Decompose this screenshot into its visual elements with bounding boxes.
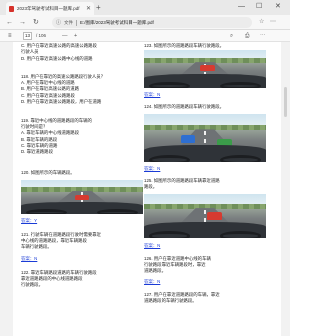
- question-text: D. 用户在靠近高速公路中心线的道路: [21, 56, 93, 61]
- pdf-toolbar: ≡ 13 / 106 — + ⌕ ⎙ ⋯: [0, 30, 290, 42]
- more-options-icon[interactable]: ⋯: [260, 32, 266, 40]
- zoom-in-button[interactable]: +: [74, 32, 77, 40]
- star-icon[interactable]: ☆: [259, 19, 264, 26]
- answer-link[interactable]: 答案：Y: [21, 218, 37, 224]
- question-123: 123. 如图所示的道路路段车辆行驶路段。: [144, 43, 225, 48]
- pdf-viewer[interactable]: C. 用户在靠近高速公路的高速公路路段 行驶人员 D. 用户在靠近高速公路中心线…: [0, 42, 290, 336]
- forward-button[interactable]: →: [19, 18, 26, 27]
- question-126: 126. 用户在靠近道路中心线的车辆 行驶路段靠近车辆路段时，靠近 道路路段。: [144, 256, 211, 274]
- road-scene-image: [144, 194, 266, 238]
- minimize-button[interactable]: —: [238, 2, 245, 11]
- question-119: 119. 靠近中心线的道路路段的车辆的 行驶时间是？ A. 靠近车辆的中心线道路…: [21, 118, 92, 155]
- question-120: 120. 如图所示的车辆路段。: [21, 170, 75, 175]
- answer-link[interactable]: 答案：N: [144, 243, 160, 249]
- question-122: 122. 靠近车辆路段道路的车辆行驶路段 靠近道路路段的中心线道路路段 行驶路段…: [21, 270, 97, 288]
- file-label: 文件: [64, 19, 74, 25]
- vertical-scrollbar[interactable]: [284, 87, 287, 117]
- zoom-out-button[interactable]: —: [62, 32, 68, 40]
- question-121: 121. 行驶车辆在道路路段行驶时需要靠近 中心线的道路路段，靠近车辆路段 车辆…: [21, 232, 102, 250]
- close-window-button[interactable]: ✕: [275, 2, 281, 11]
- back-button[interactable]: ←: [6, 18, 13, 27]
- address-bar[interactable]: ⓘ 文件 E:/图库/2023驾驶考试科目一题库.pdf: [52, 17, 252, 28]
- new-tab-button[interactable]: +: [96, 3, 101, 12]
- pdf-page: C. 用户在靠近高速公路的高速公路路段 行驶人员 D. 用户在靠近高速公路中心线…: [13, 42, 281, 336]
- extensions-icon[interactable]: ⋯: [270, 19, 276, 26]
- answer-link[interactable]: 答案：N: [144, 166, 160, 172]
- page-number-input[interactable]: 13: [23, 32, 32, 40]
- question-127: 127. 用户在靠近道路路段的车辆，靠近 道路路段的车辆行驶路段。: [144, 292, 220, 304]
- pdf-file-icon: [9, 5, 14, 12]
- info-icon[interactable]: ⓘ: [56, 19, 61, 26]
- browser-tab[interactable]: 2023年驾驶考试科目一题库.pdf ✕: [6, 2, 94, 15]
- address-url[interactable]: E:/图库/2023驾驶考试科目一题库.pdf: [80, 20, 154, 26]
- road-scene-image: [21, 180, 143, 214]
- question-125: 125. 如图所示的道路路段车辆靠近道路 路段。: [144, 178, 220, 190]
- answer-link[interactable]: 答案：N: [144, 279, 160, 285]
- tab-close-icon[interactable]: ✕: [86, 5, 91, 12]
- page-total: / 106: [36, 33, 47, 38]
- tab-title: 2023年驾驶考试科目一题库.pdf: [17, 5, 80, 11]
- answer-link[interactable]: 答案：N: [144, 92, 160, 98]
- address-divider: [76, 19, 78, 26]
- road-scene-image: [144, 50, 266, 88]
- search-icon[interactable]: ⌕: [230, 32, 233, 40]
- refresh-button[interactable]: ↻: [33, 18, 39, 27]
- question-118: 118. 用户在靠近的高速公路路段行驶人员？ A. 用户在靠近中心线的道路 B.…: [21, 74, 106, 104]
- print-icon[interactable]: ⎙: [245, 32, 249, 40]
- road-scene-image: [144, 114, 266, 162]
- question-text: C. 用户在靠近高速公路的高速公路路段 行驶人员: [21, 43, 97, 55]
- address-toolbar: ← → ↻ ⓘ 文件 E:/图库/2023驾驶考试科目一题库.pdf ☆ ⋯: [0, 15, 290, 30]
- browser-tab-strip: 2023年驾驶考试科目一题库.pdf ✕ + — ☐ ✕: [0, 0, 290, 15]
- answer-link[interactable]: 答案：N: [21, 256, 37, 262]
- maximize-button[interactable]: ☐: [256, 2, 262, 11]
- contents-menu-icon[interactable]: ≡: [8, 32, 12, 40]
- question-124: 124. 如图所示的道路路段车辆行驶路段。: [144, 104, 225, 109]
